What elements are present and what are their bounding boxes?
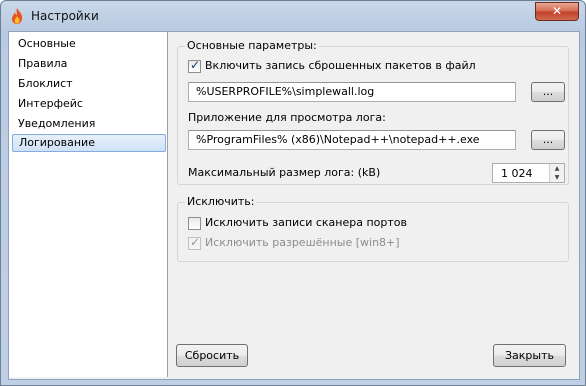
sidebar-item-rules[interactable]: Правила <box>12 55 166 73</box>
flame-icon <box>12 8 23 24</box>
exclude-allowed-label: Исключить разрешённые [win8+] <box>205 236 400 249</box>
exclude-title: Исключить: <box>185 195 257 208</box>
settings-window: Настройки ✕ Основные Правила Блоклист Ин… <box>0 0 586 386</box>
basic-settings-title: Основные параметры: <box>185 39 319 52</box>
settings-sidebar: Основные Правила Блоклист Интерфейс Увед… <box>9 32 168 377</box>
exclude-group: Исключить: <box>177 195 569 262</box>
sidebar-item-blocklist[interactable]: Блоклист <box>12 75 166 93</box>
client-area: Основные Правила Блоклист Интерфейс Увед… <box>8 31 580 380</box>
title-bar[interactable]: Настройки ✕ <box>1 1 585 31</box>
log-viewer-label: Приложение для просмотра лога: <box>188 111 386 124</box>
arrow-down-icon[interactable]: ▼ <box>550 173 564 182</box>
sidebar-item-notifications[interactable]: Уведомления <box>12 115 166 133</box>
sidebar-item-general[interactable]: Основные <box>12 35 166 53</box>
browse-log-viewer-button[interactable]: ... <box>531 130 565 150</box>
exclude-port-scan-checkbox[interactable] <box>188 217 201 230</box>
enable-logging-checkbox[interactable]: ✓ <box>188 58 201 73</box>
reset-button[interactable]: Сбросить <box>176 344 248 367</box>
close-window-button[interactable]: ✕ <box>535 2 579 21</box>
max-log-size-value: 1 024 <box>501 167 533 180</box>
arrow-up-icon[interactable]: ▲ <box>550 164 564 173</box>
log-viewer-field[interactable]: %ProgramFiles% (x86)\Notepad++\notepad++… <box>188 130 516 150</box>
checkmark-icon: ✓ <box>190 235 201 249</box>
checkmark-icon: ✓ <box>190 58 201 72</box>
close-icon: ✕ <box>551 4 563 18</box>
browse-log-path-button[interactable]: ... <box>531 82 565 102</box>
window-title: Настройки <box>31 9 99 23</box>
close-button[interactable]: Закрыть <box>493 344 566 367</box>
max-log-size-stepper[interactable]: 1 024 ▲ ▼ <box>492 163 565 183</box>
exclude-port-scan-label: Исключить записи сканера портов <box>205 216 408 229</box>
sidebar-item-interface[interactable]: Интерфейс <box>12 95 166 113</box>
max-log-size-label: Максимальный размер лога: (kB) <box>188 166 381 179</box>
spin-arrows[interactable]: ▲ ▼ <box>549 164 564 182</box>
enable-logging-label: Включить запись сброшенных пакетов в фай… <box>205 59 476 72</box>
log-path-field[interactable]: %USERPROFILE%\simplewall.log <box>188 82 516 102</box>
exclude-allowed-checkbox: ✓ <box>188 235 201 250</box>
sidebar-item-logging[interactable]: Логирование <box>12 134 166 152</box>
